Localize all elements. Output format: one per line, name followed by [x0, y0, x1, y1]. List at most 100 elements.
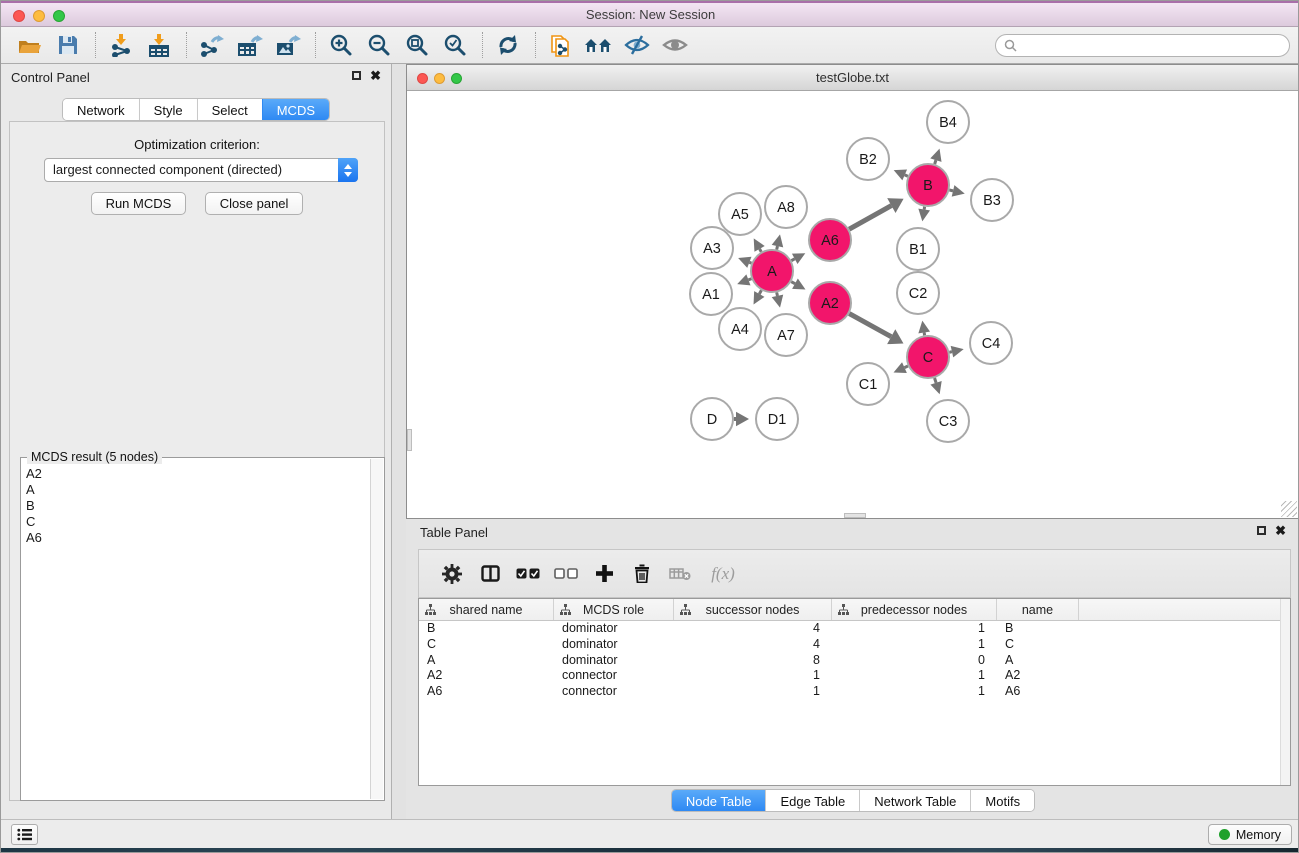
import-table-button[interactable] [144, 31, 174, 59]
table-cell[interactable]: 0 [832, 653, 997, 669]
graph-edge-A-A5[interactable] [760, 249, 762, 252]
network-canvas[interactable]: B4B2BB3B1A5A8A3A6AA1A2C2A4A7C4CC1C3DD1 [407, 91, 1298, 518]
table-row[interactable]: A2connector11A2 [419, 668, 1290, 684]
import-network-button[interactable] [106, 31, 136, 59]
run-mcds-button[interactable]: Run MCDS [91, 192, 187, 215]
network-graph[interactable]: B4B2BB3B1A5A8A3A6AA1A2C2A4A7C4CC1C3DD1 [407, 91, 1298, 518]
tab-mcds[interactable]: MCDS [262, 99, 329, 120]
tab-network[interactable]: Network [63, 99, 139, 120]
table-cell[interactable]: 1 [832, 668, 997, 684]
table-cell[interactable]: 1 [674, 684, 832, 700]
graph-edge-A-A6[interactable] [791, 259, 794, 261]
clone-network-button[interactable] [546, 31, 576, 59]
bottom-splitter-grip[interactable] [844, 513, 866, 518]
mcds-result-item[interactable]: A6 [22, 530, 370, 546]
show-columns-button[interactable] [473, 559, 507, 589]
graph-edge-A-A8[interactable] [777, 246, 778, 249]
graph-edge-B-B2[interactable] [905, 175, 908, 176]
hide-graphics-details-button[interactable] [622, 31, 652, 59]
table-cell[interactable]: B [997, 621, 1079, 637]
graph-edge-A-A7[interactable] [777, 292, 778, 295]
resize-grip-icon[interactable] [1281, 501, 1297, 517]
table-cell[interactable]: 8 [674, 653, 832, 669]
graph-edge-A-A4[interactable] [759, 290, 761, 294]
mcds-result-scrollbar[interactable] [370, 459, 383, 799]
table-tab-edge-table[interactable]: Edge Table [765, 790, 859, 811]
table-cell[interactable]: A2 [997, 668, 1079, 684]
table-tab-motifs[interactable]: Motifs [970, 790, 1034, 811]
close-window-button[interactable] [13, 10, 25, 22]
column-header-shared-name[interactable]: shared name [419, 599, 554, 620]
column-header-predecessor-nodes[interactable]: predecessor nodes [832, 599, 997, 620]
table-cell[interactable]: A6 [997, 684, 1079, 700]
export-network-button[interactable] [197, 31, 227, 59]
table-row[interactable]: A6connector11A6 [419, 684, 1290, 700]
left-splitter-grip[interactable] [407, 429, 412, 451]
table-cell[interactable]: dominator [554, 653, 674, 669]
graph-edge-A2-C[interactable] [849, 314, 891, 337]
export-table-button[interactable] [235, 31, 265, 59]
zoom-in-button[interactable] [326, 31, 356, 59]
graph-edge-B-B4[interactable] [935, 160, 936, 164]
table-cell[interactable]: 1 [832, 684, 997, 700]
mcds-result-item[interactable]: A2 [22, 466, 370, 482]
close-network-button[interactable] [417, 73, 428, 84]
zoom-fit-button[interactable] [402, 31, 432, 59]
table-cell[interactable]: 4 [674, 637, 832, 653]
table-cell[interactable]: C [419, 637, 554, 653]
graph-edge-C-C4[interactable] [949, 352, 951, 353]
graph-edge-A-A1[interactable] [748, 279, 751, 280]
delete-table-button[interactable] [663, 559, 697, 589]
table-tab-node-table[interactable]: Node Table [672, 790, 766, 811]
table-cell[interactable]: A [419, 653, 554, 669]
minimize-window-button[interactable] [33, 10, 45, 22]
mcds-result-item[interactable]: B [22, 498, 370, 514]
float-table-panel-icon[interactable] [1257, 526, 1266, 535]
tab-style[interactable]: Style [139, 99, 197, 120]
unselect-all-columns-button[interactable] [549, 559, 583, 589]
table-row[interactable]: Adominator80A [419, 653, 1290, 669]
float-panel-icon[interactable] [352, 71, 361, 80]
table-tab-network-table[interactable]: Network Table [859, 790, 970, 811]
table-cell[interactable]: 1 [674, 668, 832, 684]
close-panel-icon[interactable]: ✖ [370, 70, 381, 81]
table-cell[interactable]: connector [554, 668, 674, 684]
table-cell[interactable]: B [419, 621, 554, 637]
column-header-name[interactable]: name [997, 599, 1079, 620]
mcds-result-item[interactable]: C [22, 514, 370, 530]
table-cell[interactable]: connector [554, 684, 674, 700]
search-field[interactable] [995, 34, 1290, 57]
table-cell[interactable]: A2 [419, 668, 554, 684]
create-column-button[interactable] [587, 559, 621, 589]
graph-edge-A-A3[interactable] [749, 262, 751, 263]
graph-edge-B-B3[interactable] [949, 190, 953, 191]
export-image-button[interactable] [273, 31, 303, 59]
tab-select[interactable]: Select [197, 99, 262, 120]
open-file-button[interactable] [15, 31, 45, 59]
table-cell[interactable]: dominator [554, 637, 674, 653]
graph-edge-A-A2[interactable] [791, 282, 795, 284]
column-header-MCDS-role[interactable]: MCDS role [554, 599, 674, 620]
column-header-successor-nodes[interactable]: successor nodes [674, 599, 832, 620]
graph-edge-A6-B[interactable] [849, 206, 891, 230]
table-cell[interactable]: C [997, 637, 1079, 653]
table-cell[interactable]: A [997, 653, 1079, 669]
table-cell[interactable]: 4 [674, 621, 832, 637]
refresh-view-button[interactable] [493, 31, 523, 59]
close-panel-button[interactable]: Close panel [205, 192, 304, 215]
search-input[interactable] [1022, 39, 1289, 53]
function-builder-button[interactable]: f(x) [701, 559, 745, 589]
minimize-network-button[interactable] [434, 73, 445, 84]
table-cell[interactable]: A6 [419, 684, 554, 700]
zoom-out-button[interactable] [364, 31, 394, 59]
maximize-network-button[interactable] [451, 73, 462, 84]
save-session-button[interactable] [53, 31, 83, 59]
table-scrollbar[interactable] [1280, 599, 1290, 785]
maximize-window-button[interactable] [53, 10, 65, 22]
mcds-result-item[interactable]: A [22, 482, 370, 498]
table-cell[interactable]: dominator [554, 621, 674, 637]
home-view-button[interactable] [584, 31, 614, 59]
criterion-dropdown[interactable]: largest connected component (directed) [44, 158, 358, 182]
select-all-columns-button[interactable] [511, 559, 545, 589]
memory-button[interactable]: Memory [1208, 824, 1292, 845]
